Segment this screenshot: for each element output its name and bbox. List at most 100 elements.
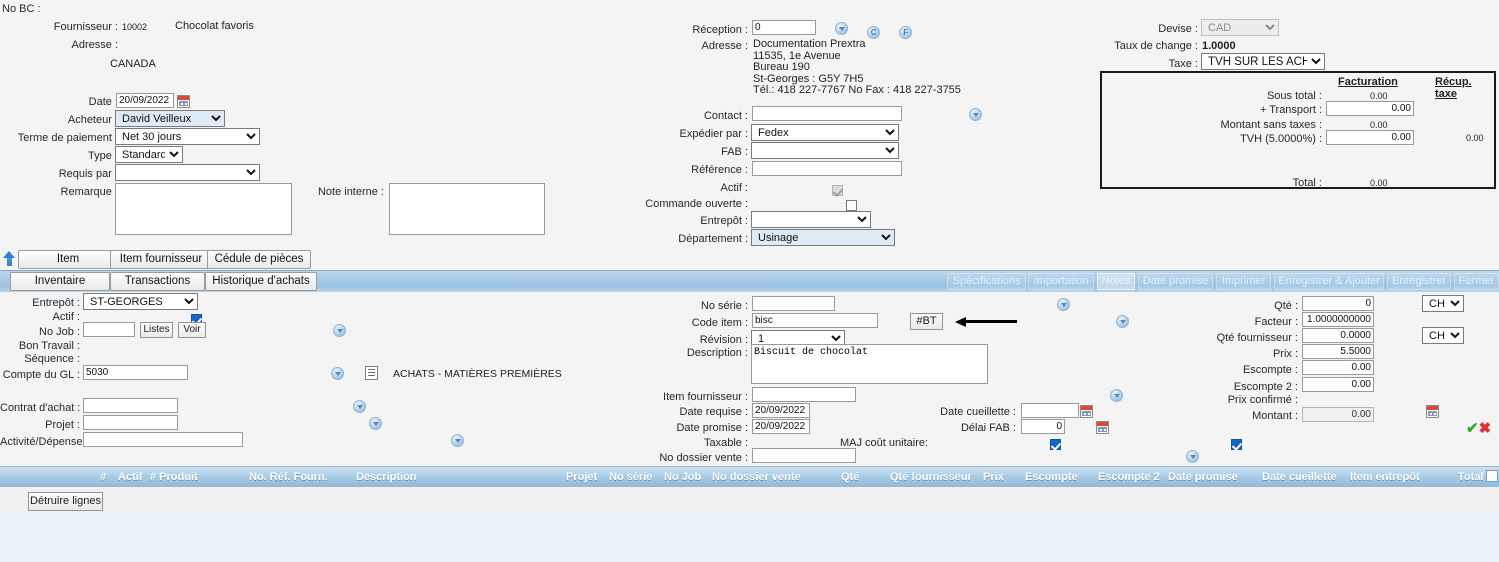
toolbar-notes[interactable]: Notes [1097,273,1135,290]
item-fournisseur-dropdown-icon[interactable] [1110,389,1123,402]
contact-input[interactable] [752,106,902,121]
departement-select[interactable]: Usinage [751,229,895,246]
listes-button[interactable]: Listes [140,322,173,338]
escompte-input[interactable] [1302,360,1374,375]
tab-historique-achats[interactable]: Historique d'achats [205,272,317,291]
date-promise-calendar-icon[interactable] [1096,421,1110,434]
col-no-serie[interactable]: No série [609,471,652,483]
collapse-up-icon[interactable] [3,251,16,266]
col-escompte[interactable]: Escompte [1025,471,1078,483]
no-job-dropdown-icon[interactable] [332,324,346,337]
col-no-ref-fourn[interactable]: No. Réf. Fourn. [249,471,328,483]
reception-c-icon[interactable]: C [867,26,881,39]
toolbar-enregistrer-ajouter[interactable]: Enregistrer & Ajouter [1274,273,1384,290]
tab-item[interactable]: Item [18,250,118,269]
activite-depense-input[interactable] [83,432,243,447]
item-fournisseur-label: Item fournisseur : [663,391,748,403]
date-promise-input[interactable] [752,419,810,434]
taxable-checkbox[interactable] [1050,439,1062,450]
col-produit[interactable]: # Produit [150,471,198,483]
commande-ouverte-checkbox[interactable] [846,200,858,211]
toolbar-specifications[interactable]: Spécifications [947,273,1026,290]
tab-cedule-de-pieces[interactable]: Cédule de pièces [207,250,311,269]
toolbar-fermer[interactable]: Fermer [1454,273,1499,290]
col-actif[interactable]: Actif [118,471,142,483]
reception-input[interactable] [752,20,816,35]
note-interne-textarea[interactable] [389,183,545,235]
bt-button[interactable]: #BT [910,313,943,330]
activite-depense-dropdown-icon[interactable] [450,434,464,447]
tvh-input[interactable] [1326,130,1414,145]
terme-paiement-select[interactable]: Net 30 jours [115,128,260,145]
date-cueillette-input[interactable] [1021,403,1079,418]
contrat-achat-input[interactable] [83,398,178,413]
col-total[interactable]: Total [1458,471,1483,483]
date-cueillette-calendar-icon[interactable] [1426,405,1440,418]
col-item-entrepot[interactable]: Item entrepôt [1350,471,1420,483]
date-requise-input[interactable] [752,403,810,418]
col-description[interactable]: Description [356,471,417,483]
date-requise-calendar-icon[interactable] [1080,405,1094,418]
taxe-select[interactable]: TVH SUR LES ACHATS [1201,53,1325,70]
no-dossier-vente-input[interactable] [752,448,856,463]
col-date-cueillette[interactable]: Date cueillette [1262,471,1337,483]
date-input[interactable] [116,93,174,108]
voir-button[interactable]: Voir [178,322,206,338]
delai-fab-input[interactable] [1021,419,1065,434]
col-num[interactable]: # [100,471,106,483]
tab-inventaire[interactable]: Inventaire [10,272,110,291]
col-no-dossier-vente[interactable]: No dossier vente [712,471,801,483]
contact-dropdown-icon[interactable] [969,108,983,121]
expedier-par-select[interactable]: Fedex [751,124,899,141]
facteur-input[interactable] [1302,312,1374,327]
col-qte[interactable]: Qté [841,471,859,483]
accept-icon[interactable]: ✔ [1466,420,1479,437]
reception-f-icon[interactable]: F [899,26,913,39]
detruire-lignes-button[interactable]: Détruire lignes [28,492,103,511]
projet-input[interactable] [83,415,178,430]
description-textarea[interactable]: Biscuit de chocolat [751,344,988,384]
qte-fournisseur-input[interactable] [1302,328,1374,343]
no-serie-dropdown-icon[interactable] [1056,298,1070,311]
item-fournisseur-input[interactable] [752,387,856,402]
qte-fournisseur-unit-select[interactable]: CH [1422,327,1464,344]
col-escompte2[interactable]: Escompte 2 [1098,471,1160,483]
col-prix[interactable]: Prix [983,471,1004,483]
col-no-job[interactable]: No Job [664,471,701,483]
transport-input[interactable] [1326,101,1414,116]
compte-gl-dropdown-icon[interactable] [330,367,344,380]
reference-input[interactable] [752,161,902,176]
col-projet[interactable]: Projet [566,471,597,483]
calendar-icon[interactable] [177,95,190,108]
col-date-promise[interactable]: Date promise [1168,471,1238,483]
prix-input[interactable] [1302,344,1374,359]
escompte2-input[interactable] [1302,377,1374,392]
toolbar-importation[interactable]: Importation [1028,273,1094,290]
detail-entrepot-select[interactable]: ST-GEORGES [83,293,198,310]
tab-transactions[interactable]: Transactions [110,272,205,291]
toolbar-imprimer[interactable]: Imprimer [1216,273,1271,290]
maj-cout-unitaire-checkbox[interactable] [1231,439,1243,450]
toolbar-enregistrer[interactable]: Enregistrer [1387,273,1451,290]
cancel-icon[interactable]: ✖ [1479,420,1492,437]
compte-gl-note-icon[interactable] [364,366,378,380]
qte-unit-select[interactable]: CH [1422,295,1464,312]
code-item-dropdown-icon[interactable] [1115,315,1129,328]
no-job-input[interactable] [83,322,135,337]
acheteur-select[interactable]: David Veilleux [115,110,225,127]
type-select[interactable]: Standard [115,146,183,163]
fab-select[interactable] [751,142,899,159]
requis-par-select[interactable] [115,164,260,181]
tab-item-fournisseur[interactable]: Item fournisseur [110,250,212,269]
code-item-input[interactable] [752,313,878,328]
compte-gl-input[interactable] [83,365,188,380]
reception-dropdown-icon[interactable] [835,22,849,35]
entrepot-header-select[interactable] [751,211,871,228]
grid-corner-box[interactable] [1486,470,1498,482]
toolbar-date-promise[interactable]: Date promise [1138,273,1213,290]
projet-dropdown-icon[interactable] [368,417,382,430]
no-serie-input[interactable] [752,296,835,311]
qte-input[interactable] [1302,296,1374,311]
col-qte-fournisseur[interactable]: Qté fournisseur [890,471,972,483]
contrat-achat-dropdown-icon[interactable] [352,400,366,413]
